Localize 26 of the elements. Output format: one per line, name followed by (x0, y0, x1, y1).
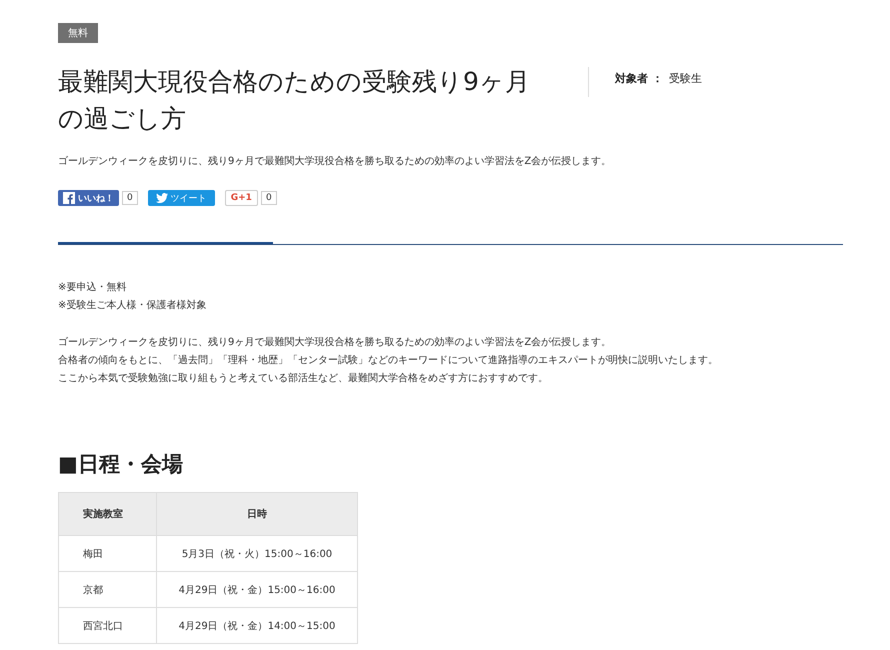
table-cell: 梅田 (58, 536, 156, 572)
body-text: ここから本気で受験勉強に取り組もうと考えている部活生など、最難関大学合格をめざす方におすすめです。 (58, 372, 549, 386)
like-button[interactable]: いいね！ (58, 190, 119, 206)
table-cell: 4月29日（祝・金）15:00～16:00 (156, 572, 358, 608)
table-cell: 4月29日（祝・金）14:00～15:00 (156, 608, 358, 644)
body-text: ゴールデンウィークを皮切りに、残り9ヶ月で最難関大学現役合格を勝ち取るための効率のよい学習法をZ会が伝授します。 (58, 336, 612, 350)
article-title: 最難関大現役合格のための受験残り9ヶ月の過ごし方 (58, 66, 531, 135)
table-cell: 5月3日（祝・火）15:00～16:00 (156, 536, 358, 572)
audience-value: 受験生 (668, 72, 702, 85)
bird-icon (156, 193, 168, 203)
facebook-icon (63, 192, 75, 204)
table-cell: 西宮北口 (58, 608, 156, 644)
tweet-button[interactable]: ツイート (148, 190, 215, 206)
description: ゴールデンウィークを皮切りに、残り9ヶ月で最難関大学現役合格を勝ち取るための効率のよい学習法をZ会が伝授します。 (58, 154, 612, 168)
section-heading: ■日程・会場 (58, 451, 184, 478)
audience-label: 対象者 ： (615, 72, 663, 85)
category-badge: 無料 (58, 23, 98, 43)
table-cell: 京都 (58, 572, 156, 608)
share-count: 0 (122, 191, 138, 205)
column-header: 実施教室 (58, 492, 156, 536)
plus-one-button[interactable]: G+1 (224, 190, 258, 206)
note-text: ※要申込・無料 (58, 280, 128, 295)
note-text: ※受験生ご本人様・保護者様対象 (58, 298, 208, 313)
share-count: 0 (260, 191, 277, 205)
body-text: 合格者の傾向をもとに、「過去問」「理科・地歴」「センター試験」などのキーワードについて進路指導のエキスパートが明快に説明いたします。 (58, 354, 719, 368)
column-header: 日時 (156, 492, 358, 536)
